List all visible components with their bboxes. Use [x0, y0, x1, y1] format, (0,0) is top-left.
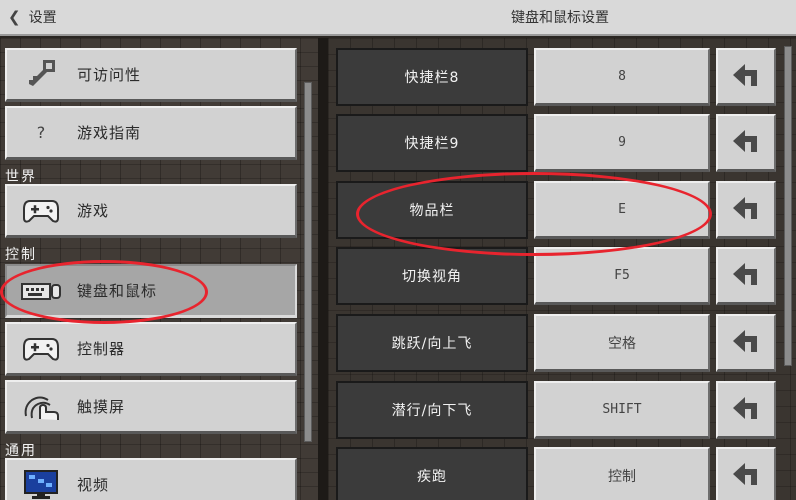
action-label: 快捷栏8 [336, 48, 528, 106]
undo-arrow-icon [731, 327, 761, 359]
sidebar-item-label: 控制器 [77, 340, 126, 358]
keybinding-list: 快捷栏8 8 快捷栏9 9 物品栏 E 切换视角 F5 跳跃/向上飞 空格 潜行… [328, 38, 796, 500]
sidebar-item-keyboard-mouse[interactable]: 键盘和鼠标 [5, 264, 297, 318]
undo-arrow-icon [731, 460, 761, 492]
action-label: 潜行/向下飞 [336, 381, 528, 439]
page-title: 键盘和鼠标设置 [511, 10, 609, 26]
key-icon [21, 57, 61, 93]
action-label: 疾跑 [336, 447, 528, 500]
key-assign-button[interactable]: 9 [534, 114, 710, 172]
section-label-controls: 控制 [5, 247, 37, 263]
content-scrollbar[interactable] [784, 46, 792, 366]
action-label: 快捷栏9 [336, 114, 528, 172]
panel-divider [318, 38, 328, 500]
keyboard-mouse-icon [21, 273, 61, 309]
reset-binding-button[interactable] [716, 314, 776, 372]
keybinding-row: 潜行/向下飞 SHIFT [336, 381, 776, 439]
sidebar-item-label: 触摸屏 [77, 398, 126, 416]
sidebar-item-controller[interactable]: 控制器 [5, 322, 297, 376]
undo-arrow-icon [731, 260, 761, 292]
chevron-left-icon: ❮ [8, 8, 21, 26]
keybinding-row: 切换视角 F5 [336, 247, 776, 305]
undo-arrow-icon [731, 127, 761, 159]
undo-arrow-icon [731, 394, 761, 426]
keybinding-row: 疾跑 控制 [336, 447, 776, 500]
section-label-general: 通用 [5, 443, 37, 459]
action-label: 切换视角 [336, 247, 528, 305]
top-bar: ❮ 设置 键盘和鼠标设置 [0, 0, 796, 36]
sidebar-item-label: 键盘和鼠标 [77, 282, 158, 300]
key-assign-button[interactable]: 空格 [534, 314, 710, 372]
sidebar-item-video[interactable]: 视频 [5, 458, 297, 500]
sidebar-item-label: 视频 [77, 476, 110, 494]
section-label-world: 世界 [5, 169, 37, 185]
undo-arrow-icon [731, 194, 761, 226]
keybinding-row: 快捷栏9 9 [336, 114, 776, 172]
key-assign-button[interactable]: F5 [534, 247, 710, 305]
reset-binding-button[interactable] [716, 114, 776, 172]
key-assign-button[interactable]: 控制 [534, 447, 710, 500]
sidebar-item-label: 可访问性 [77, 66, 142, 84]
keybinding-row: 跳跃/向上飞 空格 [336, 314, 776, 372]
key-assign-button[interactable]: SHIFT [534, 381, 710, 439]
back-button-label: 设置 [28, 10, 57, 26]
sidebar-item-how-to-play[interactable]: ? 游戏指南 [5, 106, 297, 160]
action-label: 物品栏 [336, 181, 528, 239]
gamepad-icon [21, 331, 61, 367]
touch-hand-icon [21, 389, 61, 425]
key-assign-button[interactable]: 8 [534, 48, 710, 106]
sidebar-scrollbar[interactable] [304, 82, 312, 442]
reset-binding-button[interactable] [716, 181, 776, 239]
question-mark-icon: ? [36, 123, 46, 142]
sidebar-item-label: 游戏 [77, 202, 110, 220]
sidebar-item-touchscreen[interactable]: 触摸屏 [5, 380, 297, 434]
sidebar-item-accessibility[interactable]: 可访问性 [5, 48, 297, 102]
reset-binding-button[interactable] [716, 48, 776, 106]
action-label: 跳跃/向上飞 [336, 314, 528, 372]
sidebar-item-label: 游戏指南 [77, 124, 142, 142]
settings-sidebar: 可访问性 ? 游戏指南 世界 游戏 控制 键盘和鼠标 控制器 触摸屏 通用 视频 [0, 38, 318, 500]
key-assign-button[interactable]: E [534, 181, 710, 239]
gamepad-icon [21, 193, 61, 229]
reset-binding-button[interactable] [716, 447, 776, 500]
monitor-icon [21, 467, 61, 500]
reset-binding-button[interactable] [716, 381, 776, 439]
reset-binding-button[interactable] [716, 247, 776, 305]
sidebar-item-game[interactable]: 游戏 [5, 184, 297, 238]
undo-arrow-icon [731, 61, 761, 93]
back-button[interactable]: ❮ 设置 [8, 6, 57, 28]
keybinding-row: 快捷栏8 8 [336, 48, 776, 106]
keybinding-row: 物品栏 E [336, 181, 776, 239]
